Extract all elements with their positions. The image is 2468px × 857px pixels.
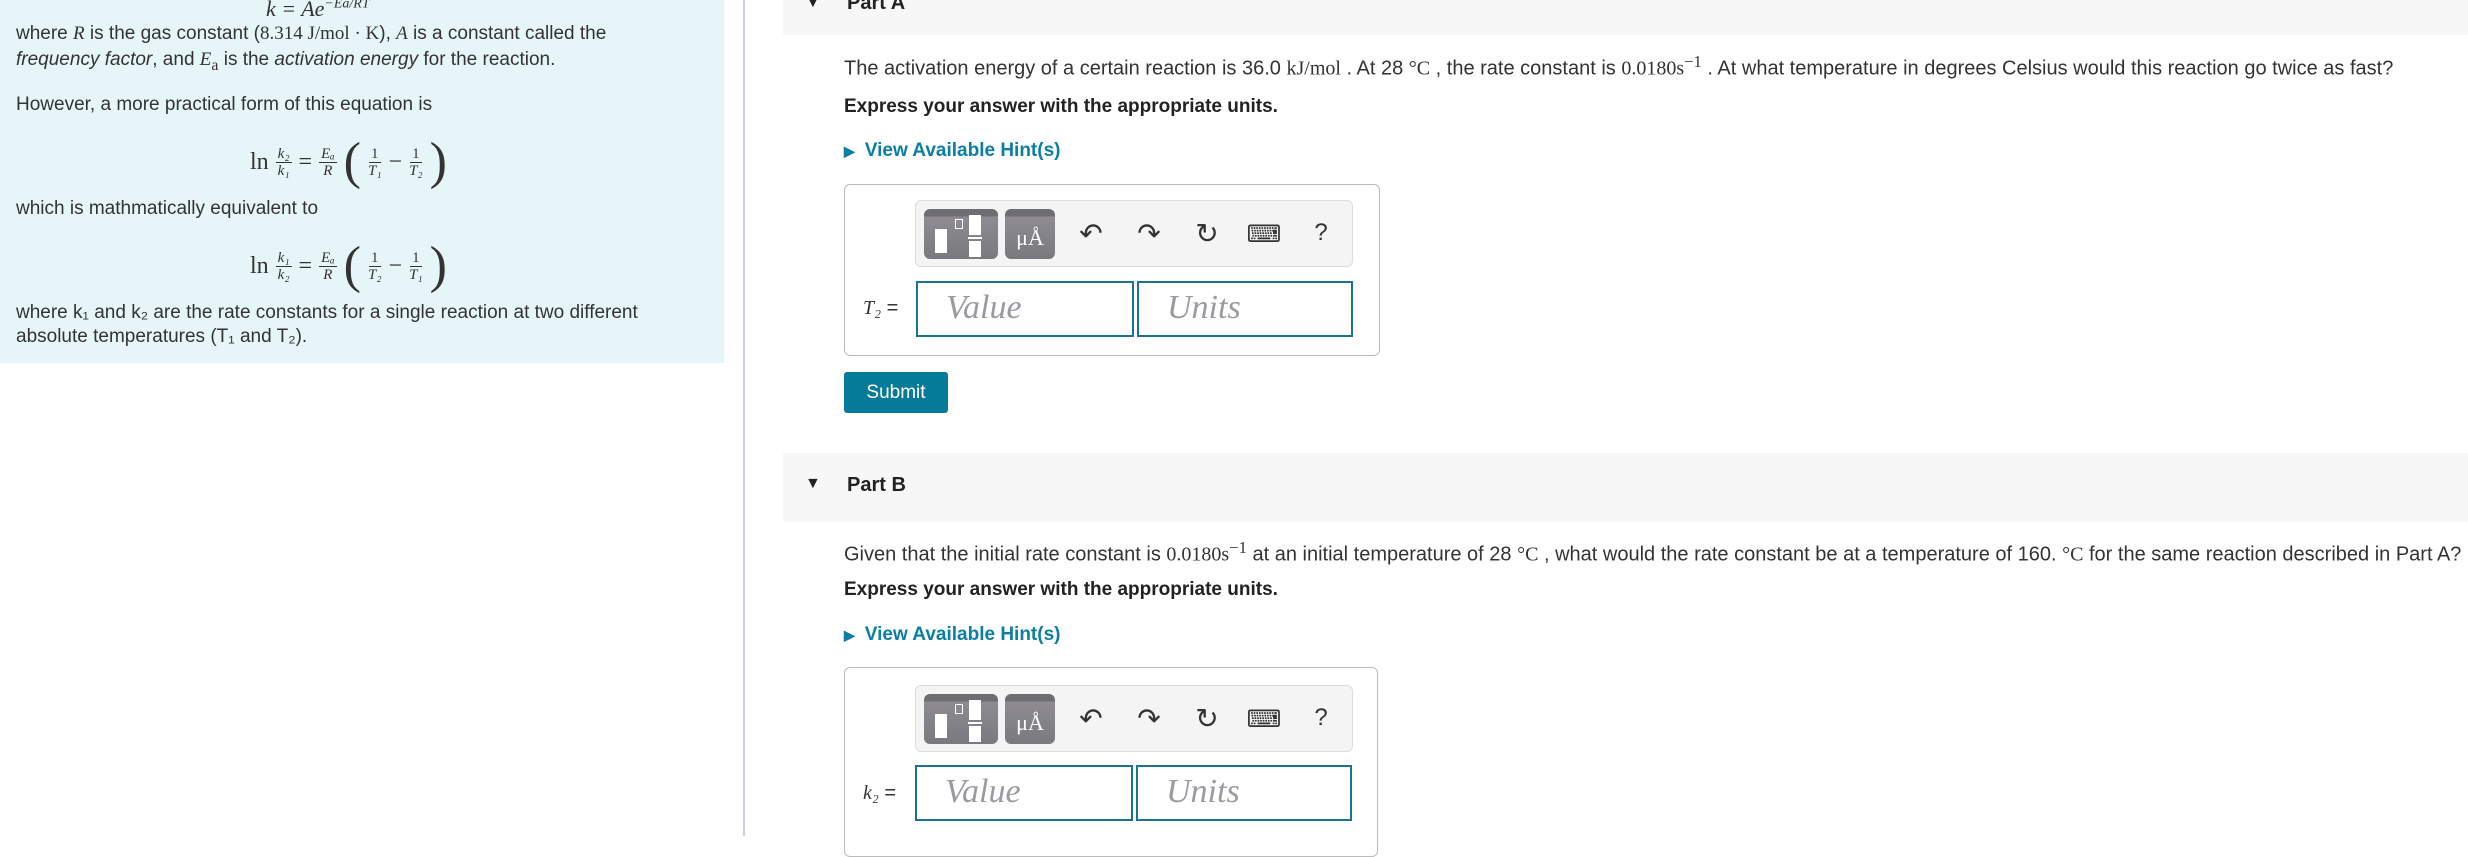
intro-line-4: absolute temperatures (T₁ and T₂). [16,326,308,347]
intro-line-2: frequency factor, and Ea is the activati… [16,49,556,74]
column-divider [743,0,745,836]
redo-icon[interactable]: ↷ [1131,217,1167,250]
units-icon[interactable]: μÅ [1005,694,1055,744]
keyboard-icon[interactable]: ⌨ [1246,220,1282,249]
help-icon[interactable]: ? [1303,704,1339,732]
part-a-question: The activation energy of a certain react… [844,52,2394,80]
part-a-answer-box: μÅ ↶ ↷ ↻ ⌨ ? T₂ = Value Units [844,184,1380,356]
part-b-question: Given that the initial rate constant is … [844,538,2462,566]
reset-icon[interactable]: ↻ [1189,217,1225,250]
equation-2: ln k₁ k₂ = Eₐ R ( 1 T₂ − 1 T₁ ) [250,237,447,294]
part-a-instructions: Express your answer with the appropriate… [844,96,1278,117]
collapse-triangle-icon[interactable]: ▼ [805,0,821,12]
intro-line-1: where R is the gas constant (8.314 J/mol… [16,23,607,44]
part-b-instructions: Express your answer with the appropriate… [844,579,1278,600]
reset-icon[interactable]: ↻ [1189,702,1225,735]
math-toolbar: μÅ ↶ ↷ ↻ ⌨ ? [915,685,1353,752]
math-toolbar: μÅ ↶ ↷ ↻ ⌨ ? [915,200,1353,267]
arrhenius-formula: k = Ae−Ea/RT [266,0,370,21]
templates-icon[interactable] [924,694,998,744]
caret-right-icon: ▶ [844,627,855,643]
redo-icon[interactable]: ↷ [1131,702,1167,735]
answer-label: k₂ = [863,782,897,804]
part-b-answer-box: μÅ ↶ ↷ ↻ ⌨ ? k₂ = Value Units [844,667,1378,857]
units-icon[interactable]: μÅ [1005,209,1055,259]
value-input[interactable]: Value [915,765,1133,821]
units-input[interactable]: Units [1136,765,1352,821]
undo-icon[interactable]: ↶ [1073,217,1109,250]
collapse-triangle-icon[interactable]: ▼ [805,475,821,493]
practical-text: However, a more practical form of this e… [16,94,433,115]
equivalent-text: which is mathmatically equivalent to [16,198,319,219]
templates-icon[interactable] [924,209,998,259]
intro-line-3: where k₁ and k₂ are the rate constants f… [16,302,638,323]
part-b-hint-link[interactable]: ▶ View Available Hint(s) [844,624,1060,646]
help-icon[interactable]: ? [1303,219,1339,247]
undo-icon[interactable]: ↶ [1073,702,1109,735]
caret-right-icon: ▶ [844,143,855,159]
value-input[interactable]: Value [916,281,1134,337]
equation-1: ln k₂ k₁ = Eₐ R ( 1 T₁ − 1 T₂ ) [250,133,447,190]
part-b-title: Part B [847,474,906,496]
submit-button[interactable]: Submit [844,372,948,413]
part-b-header[interactable]: ▼ Part B [783,453,2468,522]
intro-panel: k = Ae−Ea/RT where R is the gas constant… [0,0,724,363]
part-a-title: Part A [847,0,906,14]
keyboard-icon[interactable]: ⌨ [1246,705,1282,734]
part-a-header[interactable]: ▼ Part A [783,0,2468,35]
part-a-hint-link[interactable]: ▶ View Available Hint(s) [844,140,1060,162]
units-input[interactable]: Units [1137,281,1353,337]
answer-label: T₂ = [863,297,899,319]
